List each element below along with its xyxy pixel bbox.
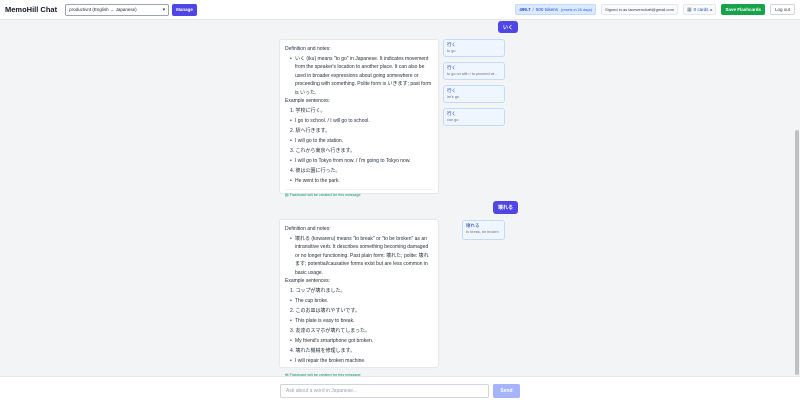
example-jp: 1. 学校に行く。 <box>290 107 326 114</box>
cards-icon: ▦ <box>686 6 692 13</box>
tokens-limit: 500 tokens <box>535 7 558 12</box>
assistant-message-card: Definition and notes: 壊れる (kowareru) mea… <box>279 219 439 377</box>
chevron-down-icon: ▾ <box>162 6 166 13</box>
deck-select-value: productivnt (English → Japanese) <box>69 7 137 12</box>
examples-heading: Example sentences: <box>285 278 331 284</box>
suggestion-meaning: can go <box>447 118 459 122</box>
suggestion-meaning: let's go <box>447 95 459 99</box>
example-jp: 4. 壊れた機械を修理します。 <box>290 347 356 354</box>
example-en: My friend's smartphone got broken. <box>285 337 433 346</box>
example-en: I will go to the station. <box>285 137 433 146</box>
example-en: I will repair the broken machine. <box>285 357 433 366</box>
example-jp: 2. このお皿は壊れやすいです。 <box>290 307 360 314</box>
suggestion-meaning: to go <box>447 49 456 53</box>
definition-heading: Definition and notes: <box>285 46 331 52</box>
suggestion-card[interactable]: 行く to go <box>443 39 505 57</box>
manage-button[interactable]: Manage <box>172 3 197 16</box>
suggestion-meaning: to go on with / to proceed wi... <box>447 72 498 76</box>
suggestion-card[interactable]: 行く let's go <box>443 85 505 103</box>
app-header: MemoHill Chat productivnt (English → Jap… <box>0 0 800 20</box>
save-flashcards-button[interactable]: Save Flashcards <box>721 4 765 15</box>
example-jp: 3. 友達のスマホが壊れてしまった。 <box>290 327 371 334</box>
suggestion-card[interactable]: 行く can go <box>443 108 505 126</box>
flashcard-footer: ▤ Flashcard will be created for this mes… <box>285 188 433 198</box>
definition-text: いく (iku) means "to go" in Japanese. It i… <box>285 55 433 98</box>
example-jp: 3. これから東京へ行きます。 <box>290 147 356 154</box>
example-en: The cup broke. <box>285 297 433 306</box>
message-input[interactable] <box>280 384 489 398</box>
cards-count: 0 cards <box>693 7 709 12</box>
user-message-bubble: いく <box>498 21 518 33</box>
example-en: This plate is easy to break. <box>285 317 433 326</box>
suggestion-meaning: to break, be broken <box>466 230 499 234</box>
example-en: I will go to Tokyo from now. / I'm going… <box>285 157 433 166</box>
card-icon: ▤ <box>285 192 289 197</box>
example-en: He went to the park. <box>285 177 433 186</box>
example-en: I go to school. / I will go to school. <box>285 117 433 126</box>
flashcard-footer-text: Flashcard will be created for this messa… <box>289 192 361 197</box>
app-title: MemoHill Chat <box>5 5 58 14</box>
signed-in-status: Signed in as lacewenchaft@gmail.com <box>601 4 678 15</box>
tokens-used: 499.7 <box>519 7 531 12</box>
tokens-separator: / <box>532 7 534 12</box>
send-button[interactable]: Send <box>493 384 520 398</box>
suggestion-card[interactable]: 壊れる to break, be broken <box>462 220 505 240</box>
examples-heading: Example sentences: <box>285 98 331 104</box>
definition-heading: Definition and notes: <box>285 226 331 232</box>
tokens-reset: (resets in 26 days) <box>560 7 593 12</box>
example-jp: 1. コップが壊れました。 <box>290 287 346 294</box>
chevron-right-icon: ▸ <box>710 7 713 12</box>
token-usage: 499.7 / 500 tokens (resets in 26 days) <box>515 4 597 15</box>
scrollbar-thumb[interactable] <box>795 130 799 375</box>
deck-select[interactable]: productivnt (English → Japanese) ▾ <box>65 3 170 16</box>
suggestion-card[interactable]: 行く to go on with / to proceed wi... <box>443 62 505 80</box>
assistant-message-card: Definition and notes: いく (iku) means "to… <box>279 39 439 197</box>
user-message-bubble: 壊れる <box>493 201 518 214</box>
cards-button[interactable]: ▦ 0 cards ▸ <box>682 4 717 15</box>
composer-bar: Send <box>0 376 800 403</box>
definition-text: 壊れる (kowareru) means "to break" or "to b… <box>285 235 433 278</box>
example-jp: 2. 駅へ行きます。 <box>290 127 331 134</box>
example-jp: 4. 彼は公園に行った。 <box>290 167 341 174</box>
logout-button[interactable]: Log out <box>769 4 795 15</box>
